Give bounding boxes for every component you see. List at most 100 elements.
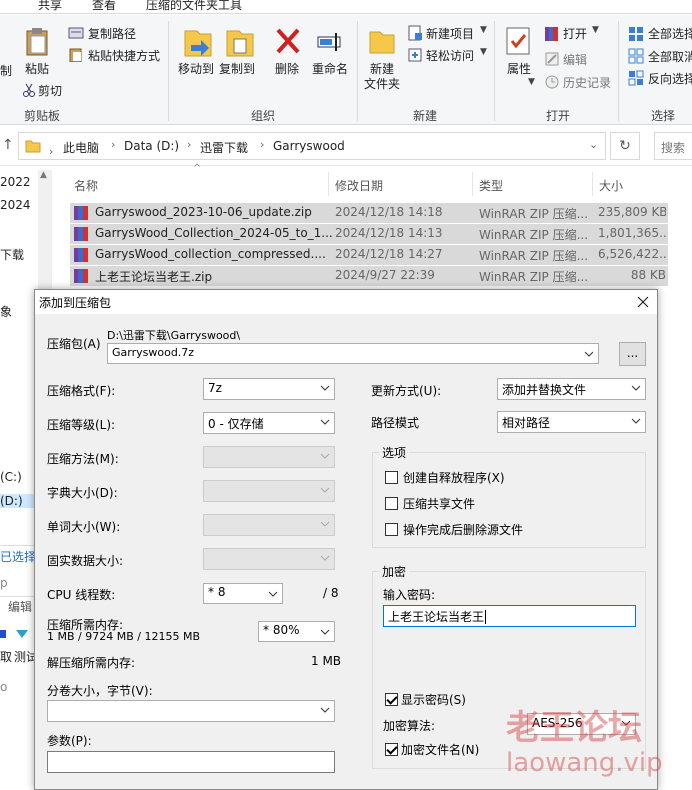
dialog-titlebar[interactable]: 添加到压缩包 <box>35 290 657 314</box>
status-edit-label: 编辑 <box>8 600 33 614</box>
open-button[interactable]: 打开 <box>563 25 587 42</box>
tab-compressed-tools[interactable]: 压缩的文件夹工具 <box>146 0 242 13</box>
column-header-date[interactable]: 修改日期 <box>335 177 383 194</box>
move-to-icon[interactable] <box>183 25 213 59</box>
paste-button[interactable]: 粘贴 <box>22 62 52 77</box>
column-header-size[interactable]: 大小 <box>599 177 623 194</box>
close-icon[interactable] <box>637 296 649 308</box>
refresh-icon[interactable]: ↻ <box>610 132 640 160</box>
solid-label: 固实数据大小: <box>47 554 124 568</box>
dict-select[interactable] <box>203 480 335 502</box>
nav-item-drive-c[interactable]: (C:) <box>0 470 22 484</box>
decomp-value: 1 MB <box>311 654 342 668</box>
column-header-type[interactable]: 类型 <box>479 177 503 194</box>
copy-path-button[interactable]: 复制路径 <box>88 25 136 42</box>
edit-button[interactable]: 编辑 <box>563 51 587 68</box>
browse-button[interactable]: ... <box>619 342 646 366</box>
properties-icon[interactable] <box>505 26 531 56</box>
params-input[interactable] <box>47 751 335 773</box>
history-button[interactable]: 历史记录 <box>563 74 611 91</box>
shared-checkbox[interactable] <box>385 497 398 510</box>
column-separator[interactable] <box>472 172 473 196</box>
pathmode-select[interactable]: 相对路径 <box>497 411 646 433</box>
rename-button[interactable]: 重命名 <box>309 62 351 77</box>
nav-item[interactable]: 象 <box>0 303 12 320</box>
column-header-name[interactable]: 名称 <box>74 177 98 194</box>
file-type: WinRAR ZIP 压缩... <box>479 207 589 221</box>
nav-item[interactable]: 2022 <box>0 175 31 189</box>
move-to-button[interactable]: 移动到 <box>176 62 216 77</box>
show-password-checkbox[interactable] <box>385 693 398 706</box>
file-row[interactable]: Garryswood_2023-10-06_update.zip 2024/12… <box>70 203 668 223</box>
mem-select[interactable]: * 80% <box>258 621 335 642</box>
search-box[interactable]: 搜索 <box>654 132 692 160</box>
select-all-button[interactable]: 全部选择 <box>648 25 692 42</box>
method-select[interactable] <box>203 446 335 468</box>
breadcrumb-thunder-download[interactable]: 迅雷下载 <box>200 139 248 156</box>
scrollbar[interactable]: ▲ <box>38 170 52 290</box>
breadcrumb-garryswood[interactable]: Garryswood <box>273 139 345 153</box>
breadcrumb-drive-d[interactable]: Data (D:) <box>124 139 179 153</box>
easy-access-button[interactable]: 轻松访问 <box>426 47 474 64</box>
paste-shortcut-button[interactable]: 粘贴快捷方式 <box>88 47 160 64</box>
update-select[interactable]: 添加并替换文件 <box>497 378 646 400</box>
file-row[interactable]: GarrysWood_Collection_2024-05_to_1... 20… <box>70 224 668 244</box>
history-icon <box>545 75 559 89</box>
delete-button[interactable]: 删除 <box>270 62 304 77</box>
format-select[interactable]: 7z <box>203 378 335 400</box>
show-password-label: 显示密码(S) <box>401 693 466 707</box>
new-folder-icon[interactable] <box>368 27 396 55</box>
address-bar[interactable]: › 此电脑 › Data (D:) › 迅雷下载 › Garryswood ⌄ <box>18 132 606 160</box>
file-date: 2024/12/18 14:27 <box>335 247 443 261</box>
tab-view[interactable]: 查看 <box>92 0 116 13</box>
paste-icon[interactable] <box>24 27 50 57</box>
navigation-pane: 2022 2024 下载 象 (C:) (D:) <box>0 167 38 790</box>
toolbar-icons <box>0 630 28 638</box>
file-row[interactable]: 上老王论坛当老王.zip 2024/9/27 22:39 WinRAR ZIP … <box>70 266 668 286</box>
chevron-down-icon[interactable]: ▼ <box>480 25 487 35</box>
new-item-button[interactable]: 新建项目 <box>426 25 474 42</box>
solid-select[interactable] <box>203 548 335 570</box>
delete-icon[interactable] <box>275 27 301 55</box>
chevron-right-icon: › <box>111 138 116 151</box>
format-label: 压缩格式(F): <box>47 384 116 398</box>
address-dropdown-icon[interactable]: ⌄ <box>589 138 598 151</box>
chevron-down-icon[interactable]: ▼ <box>528 77 535 87</box>
select-none-button[interactable]: 全部取消 <box>648 48 692 65</box>
tab-share[interactable]: 共享 <box>38 0 62 13</box>
chevron-down-icon <box>320 629 330 635</box>
group-new-label: 新建 <box>413 109 438 123</box>
password-input[interactable]: 上老王论坛当老王 <box>383 605 636 627</box>
encrypt-names-checkbox[interactable] <box>385 743 398 756</box>
nav-item[interactable]: 2024 <box>0 198 31 212</box>
new-folder-button[interactable]: 新建 文件夹 <box>362 62 402 92</box>
level-select[interactable]: 0 - 仅存储 <box>203 412 335 434</box>
copy-to-icon[interactable] <box>225 25 255 59</box>
ribbon-separator <box>168 21 169 121</box>
delete-source-label: 操作完成后删除源文件 <box>403 523 524 537</box>
up-arrow-icon[interactable]: ↑ <box>2 137 14 153</box>
nav-item-drive-d[interactable]: (D:) <box>0 494 34 508</box>
chevron-down-icon[interactable]: ▼ <box>480 47 487 57</box>
word-select[interactable] <box>203 514 335 536</box>
archive-label: 压缩包(A) <box>47 337 101 351</box>
password-value: 上老王论坛当老王 <box>388 610 485 624</box>
sfx-checkbox[interactable] <box>385 471 398 484</box>
archive-name-combo[interactable]: Garryswood.7z <box>107 343 599 364</box>
delete-source-checkbox[interactable] <box>385 523 398 536</box>
column-separator[interactable] <box>592 172 593 196</box>
column-separator[interactable] <box>328 172 329 196</box>
chevron-down-icon[interactable]: ▼ <box>592 25 599 35</box>
copy-to-button[interactable]: 复制到 <box>217 62 257 77</box>
split-select[interactable] <box>47 700 335 722</box>
cpu-select[interactable]: * 8 <box>203 583 283 604</box>
breadcrumb-this-pc[interactable]: 此电脑 <box>63 139 99 156</box>
nav-item[interactable]: 下载 <box>0 246 24 263</box>
chevron-right-icon: › <box>260 138 265 151</box>
rename-icon[interactable] <box>316 27 344 55</box>
file-row[interactable]: GarrysWood_collection_compressed.... 202… <box>70 245 668 265</box>
invert-selection-button[interactable]: 反向选择 <box>648 70 692 87</box>
scroll-up-icon[interactable]: ▲ <box>40 170 47 180</box>
properties-button[interactable]: 属性 <box>502 62 536 77</box>
cut-button[interactable]: 剪切 <box>38 82 62 99</box>
